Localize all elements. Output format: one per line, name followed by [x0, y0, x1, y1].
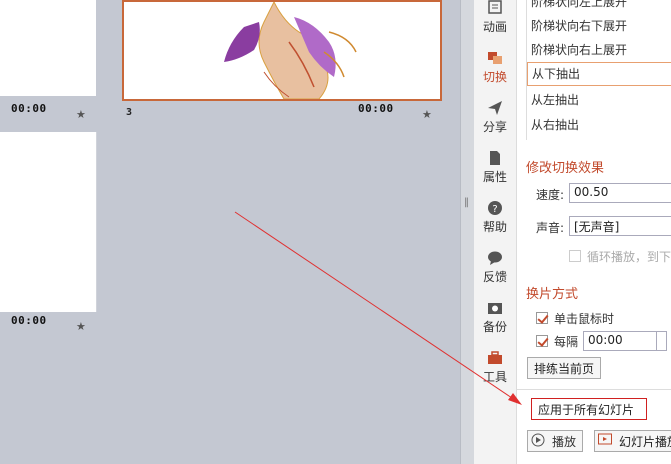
tools-icon: [488, 351, 502, 364]
every-time-input[interactable]: 00:00: [583, 331, 657, 351]
help-icon: ?: [488, 201, 502, 215]
advance-slide-title: 换片方式: [526, 287, 579, 302]
properties-icon: [490, 151, 500, 165]
slide-timing: 00:00: [358, 102, 394, 115]
sidebar-item-label: 反馈: [482, 270, 507, 284]
slide-timing: 00:00: [11, 102, 47, 115]
panel-splitter[interactable]: ‖: [460, 0, 475, 464]
slide-artwork: [224, 2, 357, 99]
transition-effect-list: 阶梯状向左上展开 阶梯状向右下展开 阶梯状向右上展开 从下抽出 从左抽出 从右抽…: [526, 0, 671, 140]
grip-icon: ‖: [464, 197, 469, 208]
sidebar-item-label: 分享: [482, 120, 507, 134]
sidebar-item-transition[interactable]: 切换: [474, 50, 516, 85]
slide-number: 3: [126, 107, 133, 118]
sidebar-item-properties[interactable]: 属性: [474, 150, 516, 185]
on-click-checkbox[interactable]: [536, 312, 548, 324]
sound-select[interactable]: [无声音]: [569, 216, 671, 236]
list-item-selected[interactable]: 从下抽出: [527, 62, 671, 86]
animation-star-icon: ★: [76, 108, 86, 121]
list-item[interactable]: 阶梯状向左上展开: [531, 0, 627, 10]
slide-thumbnail-1[interactable]: [0, 0, 96, 96]
svg-text:?: ?: [492, 204, 497, 215]
every-checkbox[interactable]: [536, 335, 548, 347]
feedback-icon: [488, 251, 502, 265]
backup-icon: [488, 303, 502, 314]
slide-thumbnail-2[interactable]: [0, 132, 97, 312]
sound-label: 声音:: [536, 221, 565, 235]
sidebar-item-label: 备份: [482, 320, 507, 334]
sidebar-item-label: 动画: [482, 20, 507, 34]
sidebar-item-backup[interactable]: 备份: [474, 300, 516, 335]
speed-input[interactable]: 00.50: [569, 183, 671, 203]
sidebar-item-help[interactable]: ? 帮助: [474, 200, 516, 235]
sidebar-item-tools[interactable]: 工具: [474, 350, 516, 385]
list-item[interactable]: 阶梯状向右下展开: [531, 17, 627, 34]
animation-star-icon: ★: [422, 108, 432, 121]
sidebar-item-feedback[interactable]: 反馈: [474, 250, 516, 285]
animation-star-icon: ★: [76, 320, 86, 333]
apply-to-all-slides-button[interactable]: 应用于所有幻灯片: [531, 398, 647, 420]
loop-label: 循环播放，到下: [587, 250, 671, 264]
task-sidebar: 动画 切换 分享 属性 ? 帮助 反馈 备份 工具: [474, 0, 517, 464]
transition-icon: [488, 52, 502, 64]
sidebar-item-label: 切换: [482, 70, 507, 84]
share-icon: [488, 101, 502, 115]
on-click-label: 单击鼠标时: [554, 312, 615, 326]
slideshow-button-label: 幻灯片播放: [619, 435, 671, 449]
play-button-label: 播放: [552, 435, 577, 449]
play-icon: [531, 433, 545, 447]
every-label: 每隔: [554, 335, 579, 349]
list-item[interactable]: 阶梯状向右上展开: [531, 41, 627, 58]
sidebar-item-label: 帮助: [482, 220, 507, 234]
spinner-arrows[interactable]: [657, 331, 667, 351]
transition-panel: 阶梯状向左上展开 阶梯状向右下展开 阶梯状向右上展开 从下抽出 从左抽出 从右抽…: [517, 0, 671, 464]
modify-transition-title: 修改切换效果: [526, 161, 605, 176]
sidebar-item-share[interactable]: 分享: [474, 100, 516, 135]
slide-thumbnail-3[interactable]: [122, 0, 442, 101]
slideshow-icon: [598, 433, 612, 445]
animation-icon: [488, 0, 502, 14]
divider: [517, 389, 671, 390]
loop-checkbox[interactable]: [569, 250, 581, 262]
slide-sorter-canvas: 00:00 ★ 00:00 ★ 3 00:00 ★: [0, 0, 460, 464]
list-item[interactable]: 从左抽出: [531, 91, 579, 108]
list-item[interactable]: 从右抽出: [531, 116, 579, 133]
speed-label: 速度:: [536, 188, 565, 202]
sidebar-item-label: 属性: [482, 170, 507, 184]
slide-timing: 00:00: [11, 314, 47, 327]
rehearse-current-button[interactable]: 排练当前页: [527, 357, 602, 379]
sidebar-item-animation[interactable]: 动画: [474, 0, 516, 35]
sidebar-item-label: 工具: [482, 370, 507, 384]
